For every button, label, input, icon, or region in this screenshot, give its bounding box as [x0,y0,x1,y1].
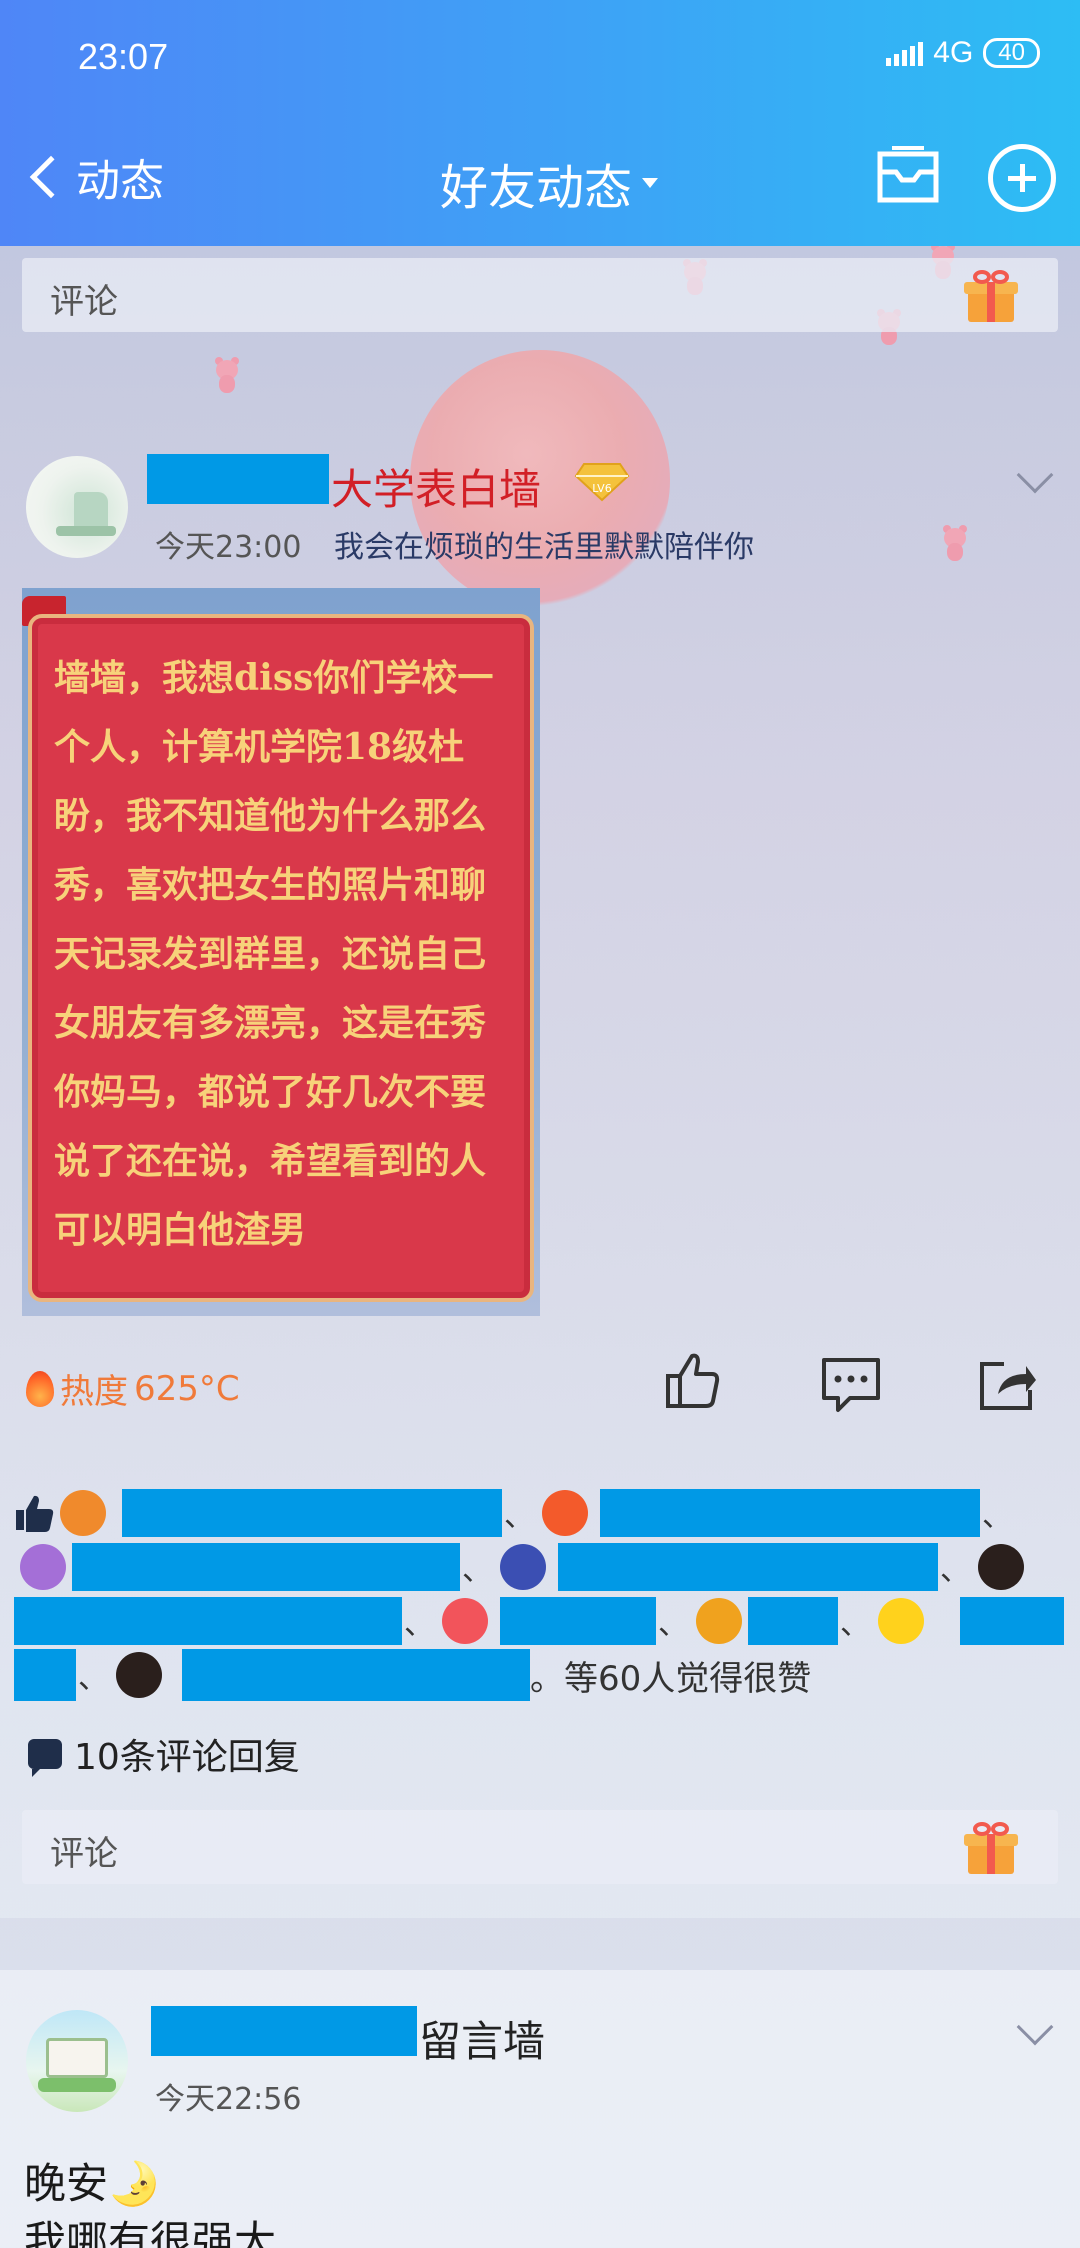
redacted-name [122,1489,502,1537]
avatar[interactable] [26,456,128,558]
bear-sticker [212,357,242,394]
share-icon[interactable] [976,1354,1038,1416]
like-icon[interactable] [662,1350,724,1412]
redacted-name [151,2006,417,2056]
caret-down-icon [642,178,659,188]
gift-icon[interactable] [964,1822,1018,1874]
bear-sticker [940,525,970,562]
post-image[interactable]: 墙墙，我想diss你们学校一个人，计算机学院18级杜盼，我不知道他为什么那么秀，… [22,588,540,1316]
heart-badge-icon [116,1652,162,1698]
e-badge-icon [20,1544,66,1590]
comment-input-post1[interactable]: 评论 [22,1810,1058,1884]
post-divider [0,1918,1080,1970]
redacted-name [14,1649,76,1701]
message-box-icon[interactable] [876,146,940,208]
author-name[interactable]: 大学表白墙 [331,456,541,517]
comment-input-top[interactable]: 评论 [22,258,1058,332]
gift-icon[interactable] [964,270,1018,322]
heat-value: 625°C [134,1368,240,1409]
post-time: 今天23:00 [155,530,302,565]
level-badge-text: LV6 [592,482,611,495]
battery-icon: 40 [983,38,1040,68]
likes-summary: 。等60人觉得很赞 [530,1658,812,1699]
post-time: 今天22:56 [155,2082,302,2117]
avatar[interactable] [26,2010,128,2112]
redacted-name [500,1597,656,1645]
thumbs-up-icon [16,1495,54,1532]
post-menu-chevron-icon[interactable] [1016,2008,1054,2046]
redacted-name [558,1543,938,1591]
back-arrow-icon [29,155,73,199]
comment-placeholder: 评论 [50,1834,118,1874]
level-badge-icon: LV6 [574,463,630,502]
glasses-badge-icon [500,1544,546,1590]
likes-line-1: 、 、 [14,1488,1014,1538]
post-menu-chevron-icon[interactable] [1016,456,1054,494]
post-text-line: 我哪有很强大 [24,2217,277,2248]
add-post-icon[interactable] [988,144,1056,212]
comment-icon[interactable] [820,1354,882,1416]
back-label: 动态 [76,156,164,207]
flame-icon [26,1370,54,1407]
redacted-name [14,1597,402,1645]
likes-line-3: 、 、 、 [14,1596,1064,1646]
heart-badge-icon [978,1544,1024,1590]
comment-count-link[interactable]: 10条评论回复 [28,1728,300,1780]
heart-badge-icon [442,1598,488,1644]
network-type: 4G [933,36,974,69]
page-title: 好友动态 [440,160,633,216]
redacted-name [72,1543,460,1591]
top-bar: 23:07 4G 40 动态 好友动态 [0,0,1080,246]
redacted-name [147,454,329,504]
back-button[interactable]: 动态 [22,145,164,209]
crown-badge-icon [878,1598,924,1644]
post-tagline: 我会在烦琐的生活里默默陪伴你 [334,530,754,565]
status-time: 23:07 [78,36,169,77]
feed-filter-dropdown[interactable]: 好友动态 [440,148,659,218]
status-indicators: 4G 40 [886,36,1040,70]
post-2: 留言墙 今天22:56 晚安🌛 我哪有很强大 [0,1970,1080,2248]
signal-icon [886,40,924,66]
redacted-name [182,1649,530,1701]
comment-bubble-icon [28,1739,62,1777]
confession-text: 墙墙，我想diss你们学校一个人，计算机学院18级杜盼，我不知道他为什么那么秀，… [54,657,494,1251]
likes-line-2: 、 、 [14,1542,1030,1592]
sun-badge-icon [696,1598,742,1644]
redacted-name [960,1597,1064,1645]
redacted-name [748,1597,838,1645]
heat-label: 热度 [60,1372,128,1412]
fire-badge-icon [542,1490,588,1536]
redacted-name [600,1489,980,1537]
comment-placeholder: 评论 [50,282,118,322]
rose-badge-icon [60,1490,106,1536]
likes-line-4: 、 。等60人觉得很赞 [14,1649,812,1701]
comment-count-text: 10条评论回复 [74,1737,300,1778]
confession-card: 墙墙，我想diss你们学校一个人，计算机学院18级杜盼，我不知道他为什么那么秀，… [28,614,534,1302]
author-name[interactable]: 留言墙 [419,2008,545,2069]
heat-indicator: 热度 625°C [26,1364,240,1413]
post-text-line: 晚安🌛 [24,2159,161,2208]
